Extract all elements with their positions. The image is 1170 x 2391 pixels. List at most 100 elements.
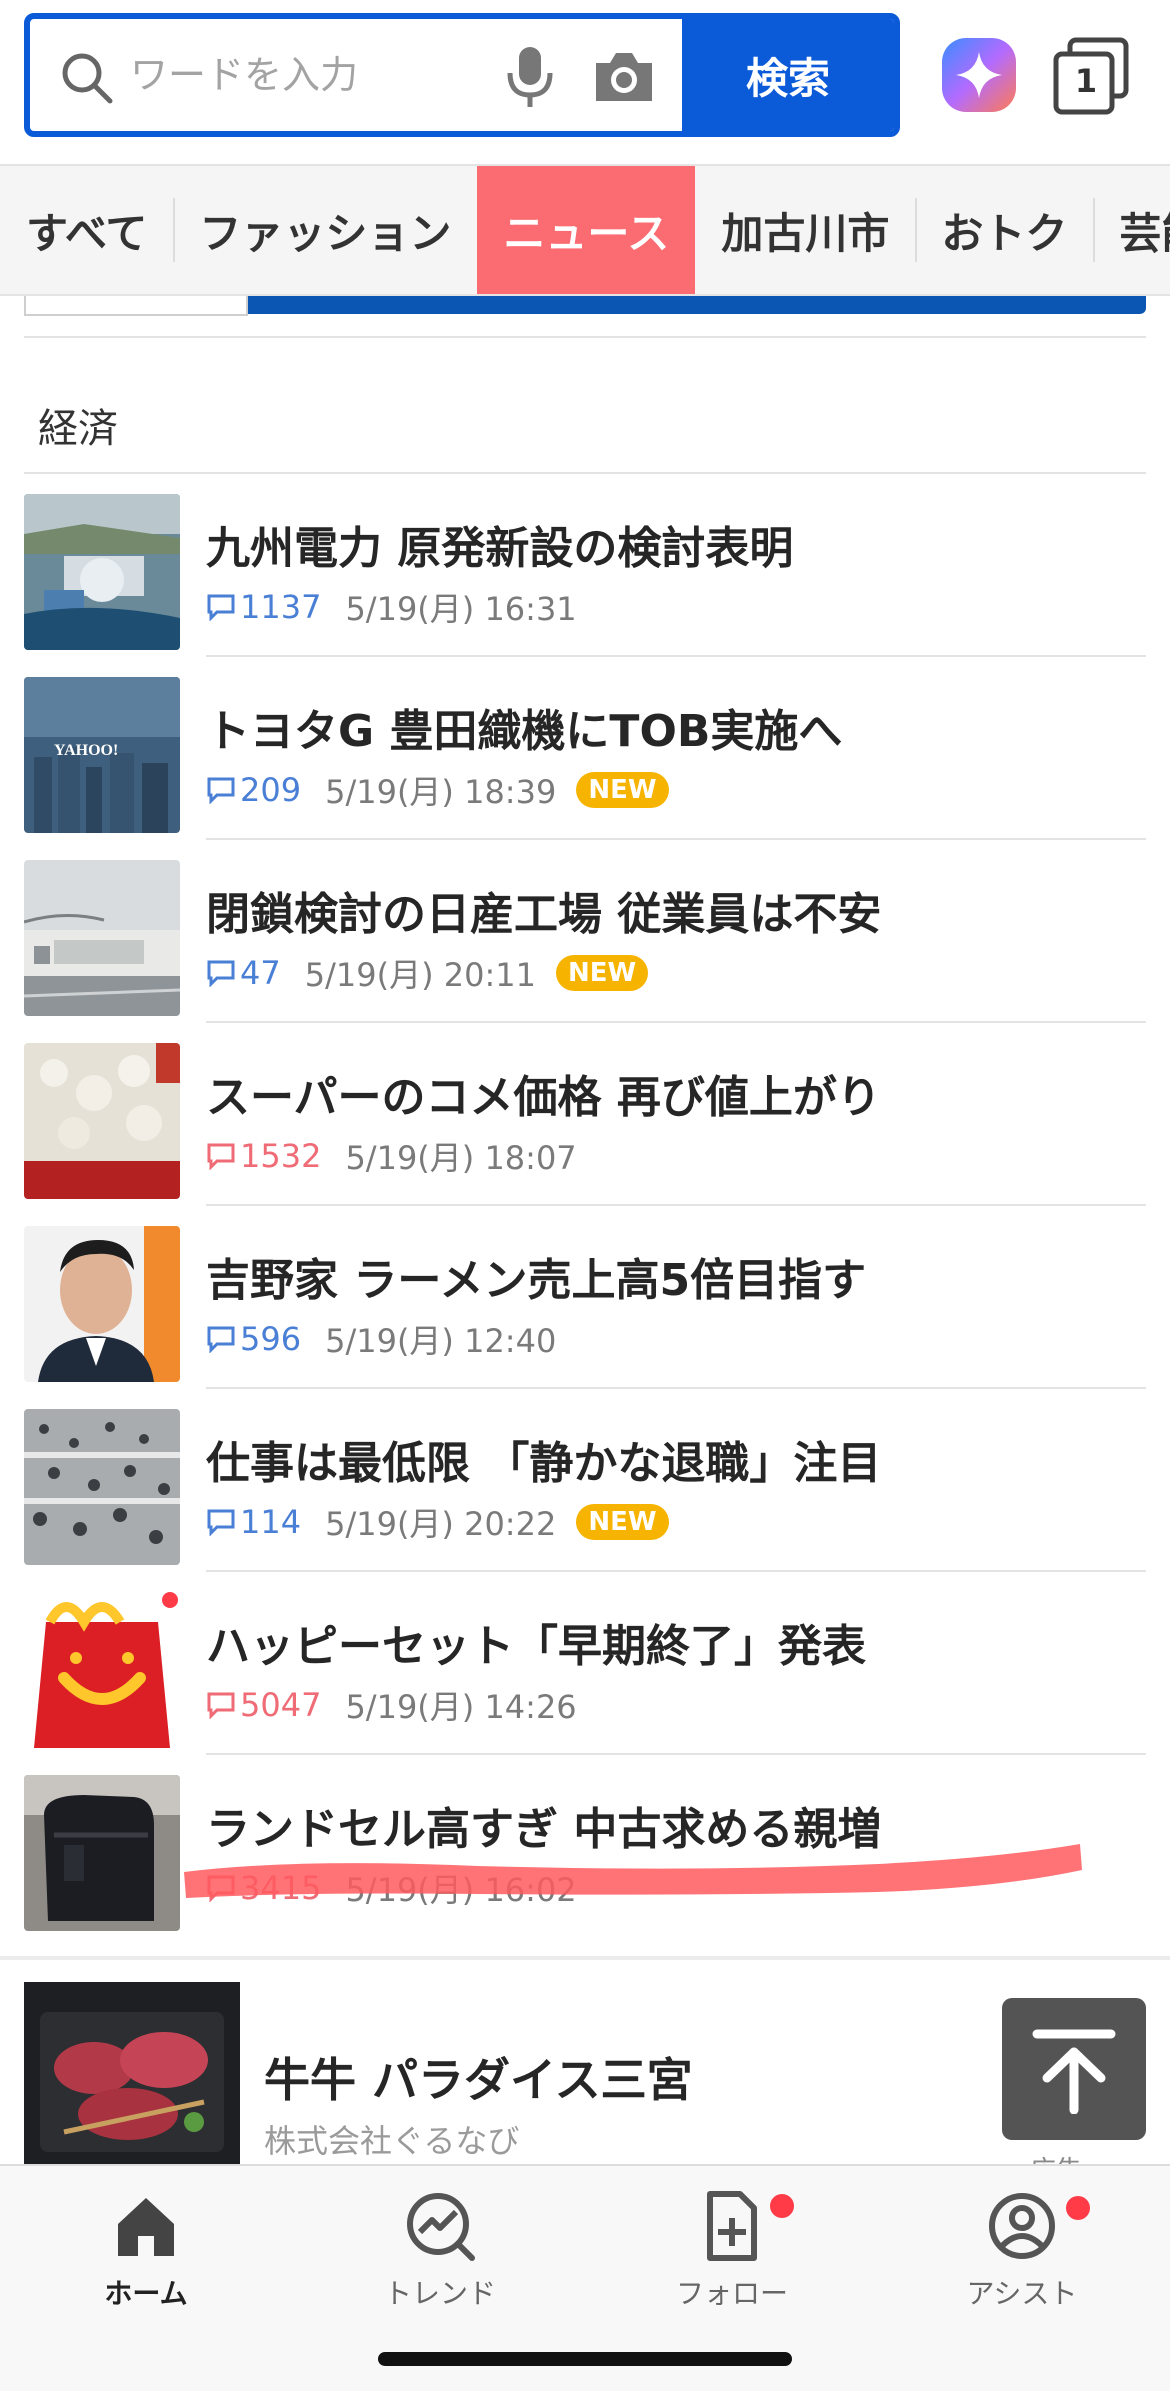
news-item[interactable]: ランドセル高すぎ 中古求める親増 3415 5/19(月) 16:02 xyxy=(24,1755,1146,1938)
comment-count: 596 xyxy=(240,1320,302,1358)
tab-entertainment[interactable]: 芸能 xyxy=(1093,166,1170,294)
news-thumbnail xyxy=(24,494,180,650)
scroll-to-top-button[interactable] xyxy=(1002,1998,1146,2140)
news-date: 5/19(月) 16:02 xyxy=(345,1871,577,1909)
news-meta: 114 5/19(月) 20:22 NEW xyxy=(206,1499,669,1545)
comment-count: 3415 xyxy=(240,1869,322,1907)
comment-icon xyxy=(207,1326,235,1353)
news-date: 5/19(月) 18:07 xyxy=(345,1139,577,1177)
follow-icon xyxy=(707,2191,757,2261)
tab-all[interactable]: すべて xyxy=(0,166,173,294)
ad-card[interactable]: 牛牛 パラダイス三宮 株式会社ぐるなび xyxy=(0,1960,1170,2166)
nav-label: トレンド xyxy=(383,2277,496,2310)
nav-label: ホーム xyxy=(104,2277,188,2310)
tab-deals[interactable]: おトク xyxy=(915,166,1093,294)
comment-count: 1532 xyxy=(240,1137,322,1175)
news-thumbnail xyxy=(24,1226,180,1382)
comment-count: 1137 xyxy=(240,588,322,626)
news-item[interactable]: YAHOO! トヨタG 豊田織機にTOB実施へ 209 5/19(月) 18:3… xyxy=(24,657,1146,840)
nav-follow[interactable]: フォロー xyxy=(622,2190,842,2330)
camera-icon[interactable] xyxy=(592,49,656,105)
banner-remnant xyxy=(24,296,1146,316)
news-date: 5/19(月) 20:11 xyxy=(304,956,536,994)
comment-count: 47 xyxy=(240,954,281,992)
news-list: 九州電力 原発新設の検討表明 1137 5/19(月) 16:31 YAHOO!… xyxy=(0,474,1170,1938)
news-meta: 1532 5/19(月) 18:07 xyxy=(206,1133,577,1179)
news-date: 5/19(月) 16:31 xyxy=(345,590,577,628)
new-badge: NEW xyxy=(555,955,649,991)
news-title: 九州電力 原発新設の検討表明 xyxy=(206,523,794,574)
comment-icon xyxy=(207,1875,235,1902)
ad-sponsor: 株式会社ぐるなび xyxy=(264,2122,520,2160)
comment-count: 5047 xyxy=(240,1686,322,1724)
ad-thumbnail xyxy=(24,1982,240,2166)
comment-icon xyxy=(207,1509,235,1536)
microphone-icon[interactable] xyxy=(500,45,560,109)
news-date: 5/19(月) 14:26 xyxy=(345,1688,577,1726)
news-meta: 209 5/19(月) 18:39 NEW xyxy=(206,767,669,813)
news-title: 吉野家 ラーメン売上高5倍目指す xyxy=(206,1255,867,1306)
news-meta: 5047 5/19(月) 14:26 xyxy=(206,1682,577,1728)
news-meta: 3415 5/19(月) 16:02 xyxy=(206,1865,577,1911)
news-item[interactable]: 閉鎖検討の日産工場 従業員は不安 47 5/19(月) 20:11 NEW xyxy=(24,840,1146,1023)
nav-trend[interactable]: トレンド xyxy=(330,2190,550,2330)
news-meta: 1137 5/19(月) 16:31 xyxy=(206,584,577,630)
search-icon xyxy=(62,53,113,104)
new-badge: NEW xyxy=(576,1504,669,1540)
news-title: ランドセル高すぎ 中古求める親増 xyxy=(206,1804,882,1855)
tabs-count: 1 xyxy=(1074,62,1098,100)
news-thumbnail: YAHOO! xyxy=(24,677,180,833)
search-header: 検索 1 xyxy=(0,0,1170,164)
tab-fashion[interactable]: ファッション xyxy=(173,166,477,294)
search-input[interactable] xyxy=(130,39,490,111)
arrow-up-icon xyxy=(1032,2029,1116,2114)
news-date: 5/19(月) 18:39 xyxy=(325,773,557,811)
news-title: 閉鎖検討の日産工場 従業員は不安 xyxy=(206,889,882,940)
news-thumbnail xyxy=(24,1775,180,1931)
notification-dot xyxy=(770,2194,794,2218)
news-date: 5/19(月) 12:40 xyxy=(325,1322,557,1360)
comment-icon xyxy=(207,1692,235,1719)
comment-icon xyxy=(207,594,235,621)
search-field[interactable] xyxy=(30,19,688,131)
comment-count: 114 xyxy=(240,1503,302,1541)
svg-text:YAHOO!: YAHOO! xyxy=(54,742,118,759)
home-icon xyxy=(118,2198,174,2256)
section-title: 経済 xyxy=(38,406,118,452)
news-thumbnail xyxy=(24,1592,180,1748)
nav-home[interactable]: ホーム xyxy=(36,2190,256,2330)
divider xyxy=(24,336,1146,338)
tab-kakogawa[interactable]: 加古川市 xyxy=(695,166,915,294)
news-item[interactable]: スーパーのコメ価格 再び値上がり 1532 5/19(月) 18:07 xyxy=(24,1023,1146,1206)
ad-title: 牛牛 パラダイス三宮 xyxy=(264,2053,693,2107)
notification-dot xyxy=(1066,2196,1090,2220)
search-button[interactable]: 検索 xyxy=(682,19,894,131)
nav-label: アシスト xyxy=(966,2277,1078,2310)
news-title: トヨタG 豊田織機にTOB実施へ xyxy=(206,706,843,757)
ai-assistant-icon[interactable] xyxy=(940,36,1018,114)
trend-icon xyxy=(407,2193,475,2261)
comment-icon xyxy=(207,960,235,987)
news-item[interactable]: ハッピーセット「早期終了」発表 5047 5/19(月) 14:26 xyxy=(24,1572,1146,1755)
assist-icon xyxy=(989,2193,1055,2259)
nav-assist[interactable]: アシスト xyxy=(912,2190,1132,2330)
news-item[interactable]: 仕事は最低限 「静かな退職」注目 114 5/19(月) 20:22 NEW xyxy=(24,1389,1146,1572)
comment-icon xyxy=(207,777,235,804)
news-title: 仕事は最低限 「静かな退職」注目 xyxy=(206,1438,882,1489)
news-item[interactable]: 吉野家 ラーメン売上高5倍目指す 596 5/19(月) 12:40 xyxy=(24,1206,1146,1389)
comment-icon xyxy=(207,1143,235,1170)
comment-count: 209 xyxy=(240,771,302,809)
news-item[interactable]: 九州電力 原発新設の検討表明 1137 5/19(月) 16:31 xyxy=(24,474,1146,657)
new-badge: NEW xyxy=(576,772,669,808)
search-box: 検索 xyxy=(24,13,900,137)
news-title: ハッピーセット「早期終了」発表 xyxy=(206,1621,866,1672)
news-thumbnail xyxy=(24,1409,180,1565)
news-meta: 596 5/19(月) 12:40 xyxy=(206,1316,556,1362)
nav-label: フォロー xyxy=(675,2277,788,2310)
news-thumbnail xyxy=(24,1043,180,1199)
news-date: 5/19(月) 20:22 xyxy=(325,1505,557,1543)
tab-news[interactable]: ニュース xyxy=(477,166,696,294)
news-thumbnail xyxy=(24,860,180,1016)
news-title: スーパーのコメ価格 再び値上がり xyxy=(206,1072,881,1123)
home-indicator xyxy=(378,2352,792,2366)
